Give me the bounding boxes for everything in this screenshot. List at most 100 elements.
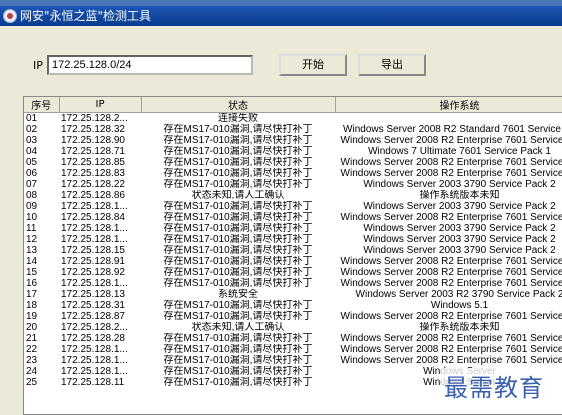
cell-os: Windows Server 2008 R2 Enterprise 7601 S… (340, 311, 562, 322)
cell-index: 02 (26, 124, 38, 135)
cell-os: Windows Server 2008 R2 Enterprise 7601 S… (340, 256, 562, 267)
watermark: 最需教育 (441, 368, 547, 403)
cell-index: 05 (26, 157, 38, 168)
cell-os: Windows Server 2003 3790 Service Pack 2 (363, 234, 556, 245)
table-row[interactable]: 22 172.25.128.1... 存在MS17-010漏洞,请尽快打补丁 Wind… (24, 344, 562, 355)
cell-ip: 172.25.128.1... (61, 201, 128, 212)
cell-status: 存在MS17-010漏洞,请尽快打补丁 (163, 344, 313, 355)
cell-status: 存在MS17-010漏洞,请尽快打补丁 (163, 201, 313, 212)
table-row[interactable]: 08 172.25.128.86 状态未知,请人工确认 操作系统版本未知 (24, 190, 562, 201)
table-row[interactable]: 10 172.25.128.84 存在MS17-010漏洞,请尽快打补丁 Window… (24, 212, 562, 223)
cell-os: Windows Server 2008 R2 Enterprise 7601 S… (340, 355, 562, 366)
table-row[interactable]: 14 172.25.128.91 存在MS17-010漏洞,请尽快打补丁 Window… (24, 256, 562, 267)
cell-ip: 172.25.128.11 (61, 377, 125, 388)
ip-input[interactable] (47, 55, 253, 75)
cell-index: 25 (26, 377, 38, 388)
cell-os: Windows Server 2008 R2 Enterprise 7601 S… (340, 267, 562, 278)
cell-status: 存在MS17-010漏洞,请尽快打补丁 (163, 300, 313, 311)
cell-index: 09 (26, 201, 38, 212)
table-row[interactable]: 18 172.25.128.31 存在MS17-010漏洞,请尽快打补丁 Window… (24, 300, 562, 311)
cell-status: 存在MS17-010漏洞,请尽快打补丁 (163, 234, 313, 245)
cell-ip: 172.25.128.22 (61, 179, 125, 190)
cell-os: Windows Server 2008 R2 Enterprise 7601 S… (340, 333, 562, 344)
cell-os: Windows Server 2008 R2 Standard 7601 Ser… (343, 124, 562, 135)
cell-status: 存在MS17-010漏洞,请尽快打补丁 (163, 146, 313, 157)
cell-ip: 172.25.128.71 (61, 146, 125, 157)
cell-status: 存在MS17-010漏洞,请尽快打补丁 (163, 311, 313, 322)
table-row[interactable]: 15 172.25.128.92 存在MS17-010漏洞,请尽快打补丁 Window… (24, 267, 562, 278)
table-row[interactable]: 12 172.25.128.1... 存在MS17-010漏洞,请尽快打补丁 Wind… (24, 234, 562, 245)
cell-index: 23 (26, 355, 38, 366)
table-row[interactable]: 13 172.25.128.15 存在MS17-010漏洞,请尽快打补丁 Window… (24, 245, 562, 256)
cell-index: 12 (26, 234, 38, 245)
table-row[interactable]: 19 172.25.128.87 存在MS17-010漏洞,请尽快打补丁 Window… (24, 311, 562, 322)
column-header-os[interactable]: 操作系统 (335, 97, 562, 113)
cell-index: 20 (26, 322, 38, 333)
cell-os: Windows Server 2003 3790 Service Pack 2 (363, 245, 556, 256)
cell-status: 存在MS17-010漏洞,请尽快打补丁 (163, 256, 313, 267)
table-row[interactable]: 05 172.25.128.85 存在MS17-010漏洞,请尽快打补丁 Window… (24, 157, 562, 168)
cell-os: Windows Server 2008 R2 Enterprise 7601 S… (340, 157, 562, 168)
cell-index: 21 (26, 333, 38, 344)
cell-ip: 172.25.128.1... (61, 278, 128, 289)
cell-os: Windows Server 2008 R2 Enterprise 7601 S… (340, 168, 562, 179)
cell-os: Windows 7 Ultimate 7601 Service Pack 1 (368, 146, 551, 157)
table-row[interactable]: 01 172.25.128.2... 连接失败 (24, 113, 562, 125)
cell-os: 操作系统版本未知 (419, 190, 500, 201)
cell-status: 状态未知,请人工确认 (191, 190, 285, 201)
cell-os: Windows Server 2003 3790 Service Pack 2 (363, 201, 556, 212)
table-header: 序号 IP 状态 操作系统 (24, 97, 562, 113)
column-header-ip[interactable]: IP (59, 97, 142, 113)
cell-index: 03 (26, 135, 38, 146)
cell-ip: 172.25.128.92 (61, 267, 125, 278)
cell-index: 24 (26, 366, 38, 377)
cell-status: 状态未知,请人工确认 (191, 322, 285, 333)
table-row[interactable]: 17 172.25.128.13 系统安全 Windows Server 2003 R… (24, 289, 562, 300)
cell-status: 存在MS17-010漏洞,请尽快打补丁 (163, 278, 313, 289)
cell-status: 存在MS17-010漏洞,请尽快打补丁 (163, 223, 313, 234)
cell-ip: 172.25.128.83 (61, 168, 125, 179)
cell-ip: 172.25.128.84 (61, 212, 125, 223)
table-row[interactable]: 20 172.25.128.2... 状态未知,请人工确认 操作系统版本未知 (24, 322, 562, 333)
table-row[interactable]: 03 172.25.128.90 存在MS17-010漏洞,请尽快打补丁 Window… (24, 135, 562, 146)
table-row[interactable]: 09 172.25.128.1... 存在MS17-010漏洞,请尽快打补丁 Wind… (24, 201, 562, 212)
cell-index: 22 (26, 344, 38, 355)
cell-status: 存在MS17-010漏洞,请尽快打补丁 (163, 168, 313, 179)
table-row[interactable]: 02 172.25.128.32 存在MS17-010漏洞,请尽快打补丁 Window… (24, 124, 562, 135)
cell-ip: 172.25.128.2... (61, 113, 128, 124)
title-bar: 网安"永恒之蓝"检测工具 (0, 6, 562, 26)
cell-status: 存在MS17-010漏洞,请尽快打补丁 (163, 179, 313, 190)
export-button[interactable]: 导出 (358, 54, 426, 76)
table-row[interactable]: 23 172.25.128.1... 存在MS17-010漏洞,请尽快打补丁 Wind… (24, 355, 562, 366)
table-row[interactable]: 06 172.25.128.83 存在MS17-010漏洞,请尽快打补丁 Window… (24, 168, 562, 179)
cell-index: 06 (26, 168, 38, 179)
start-button[interactable]: 开始 (279, 54, 347, 76)
cell-os: Windows Server 2008 R2 Enterprise 7601 S… (340, 344, 562, 355)
cell-ip: 172.25.128.87 (61, 311, 125, 322)
cell-status: 存在MS17-010漏洞,请尽快打补丁 (163, 355, 313, 366)
cell-status: 存在MS17-010漏洞,请尽快打补丁 (163, 366, 313, 377)
cell-index: 18 (26, 300, 38, 311)
cell-index: 17 (26, 289, 38, 300)
column-header-index[interactable]: 序号 (24, 97, 60, 113)
table-row[interactable]: 07 172.25.128.22 存在MS17-010漏洞,请尽快打补丁 Window… (24, 179, 562, 190)
cell-index: 10 (26, 212, 38, 223)
table-row[interactable]: 04 172.25.128.71 存在MS17-010漏洞,请尽快打补丁 Window… (24, 146, 562, 157)
cell-index: 11 (26, 223, 37, 234)
cell-status: 存在MS17-010漏洞,请尽快打补丁 (163, 267, 313, 278)
table-row[interactable]: 11 172.25.128.1... 存在MS17-010漏洞,请尽快打补丁 Wind… (24, 223, 562, 234)
table-row[interactable]: 21 172.25.128.28 存在MS17-010漏洞,请尽快打补丁 Window… (24, 333, 562, 344)
table-row[interactable]: 16 172.25.128.1... 存在MS17-010漏洞,请尽快打补丁 Wind… (24, 278, 562, 289)
cell-index: 07 (26, 179, 38, 190)
cell-status: 连接失败 (218, 113, 258, 124)
column-header-status[interactable]: 状态 (141, 97, 336, 113)
cell-os: Windows 5.1 (430, 300, 489, 311)
cell-os: Windows Server 2008 R2 Enterprise 7601 S… (340, 135, 562, 146)
cell-ip: 172.25.128.1... (61, 234, 128, 245)
cell-status: 存在MS17-010漏洞,请尽快打补丁 (163, 124, 313, 135)
cell-ip: 172.25.128.1... (61, 366, 128, 377)
cell-ip: 172.25.128.32 (61, 124, 125, 135)
cell-index: 13 (26, 245, 38, 256)
cell-os: Windows Server 2003 3790 Service Pack 2 (363, 223, 556, 234)
cell-index: 15 (26, 267, 38, 278)
